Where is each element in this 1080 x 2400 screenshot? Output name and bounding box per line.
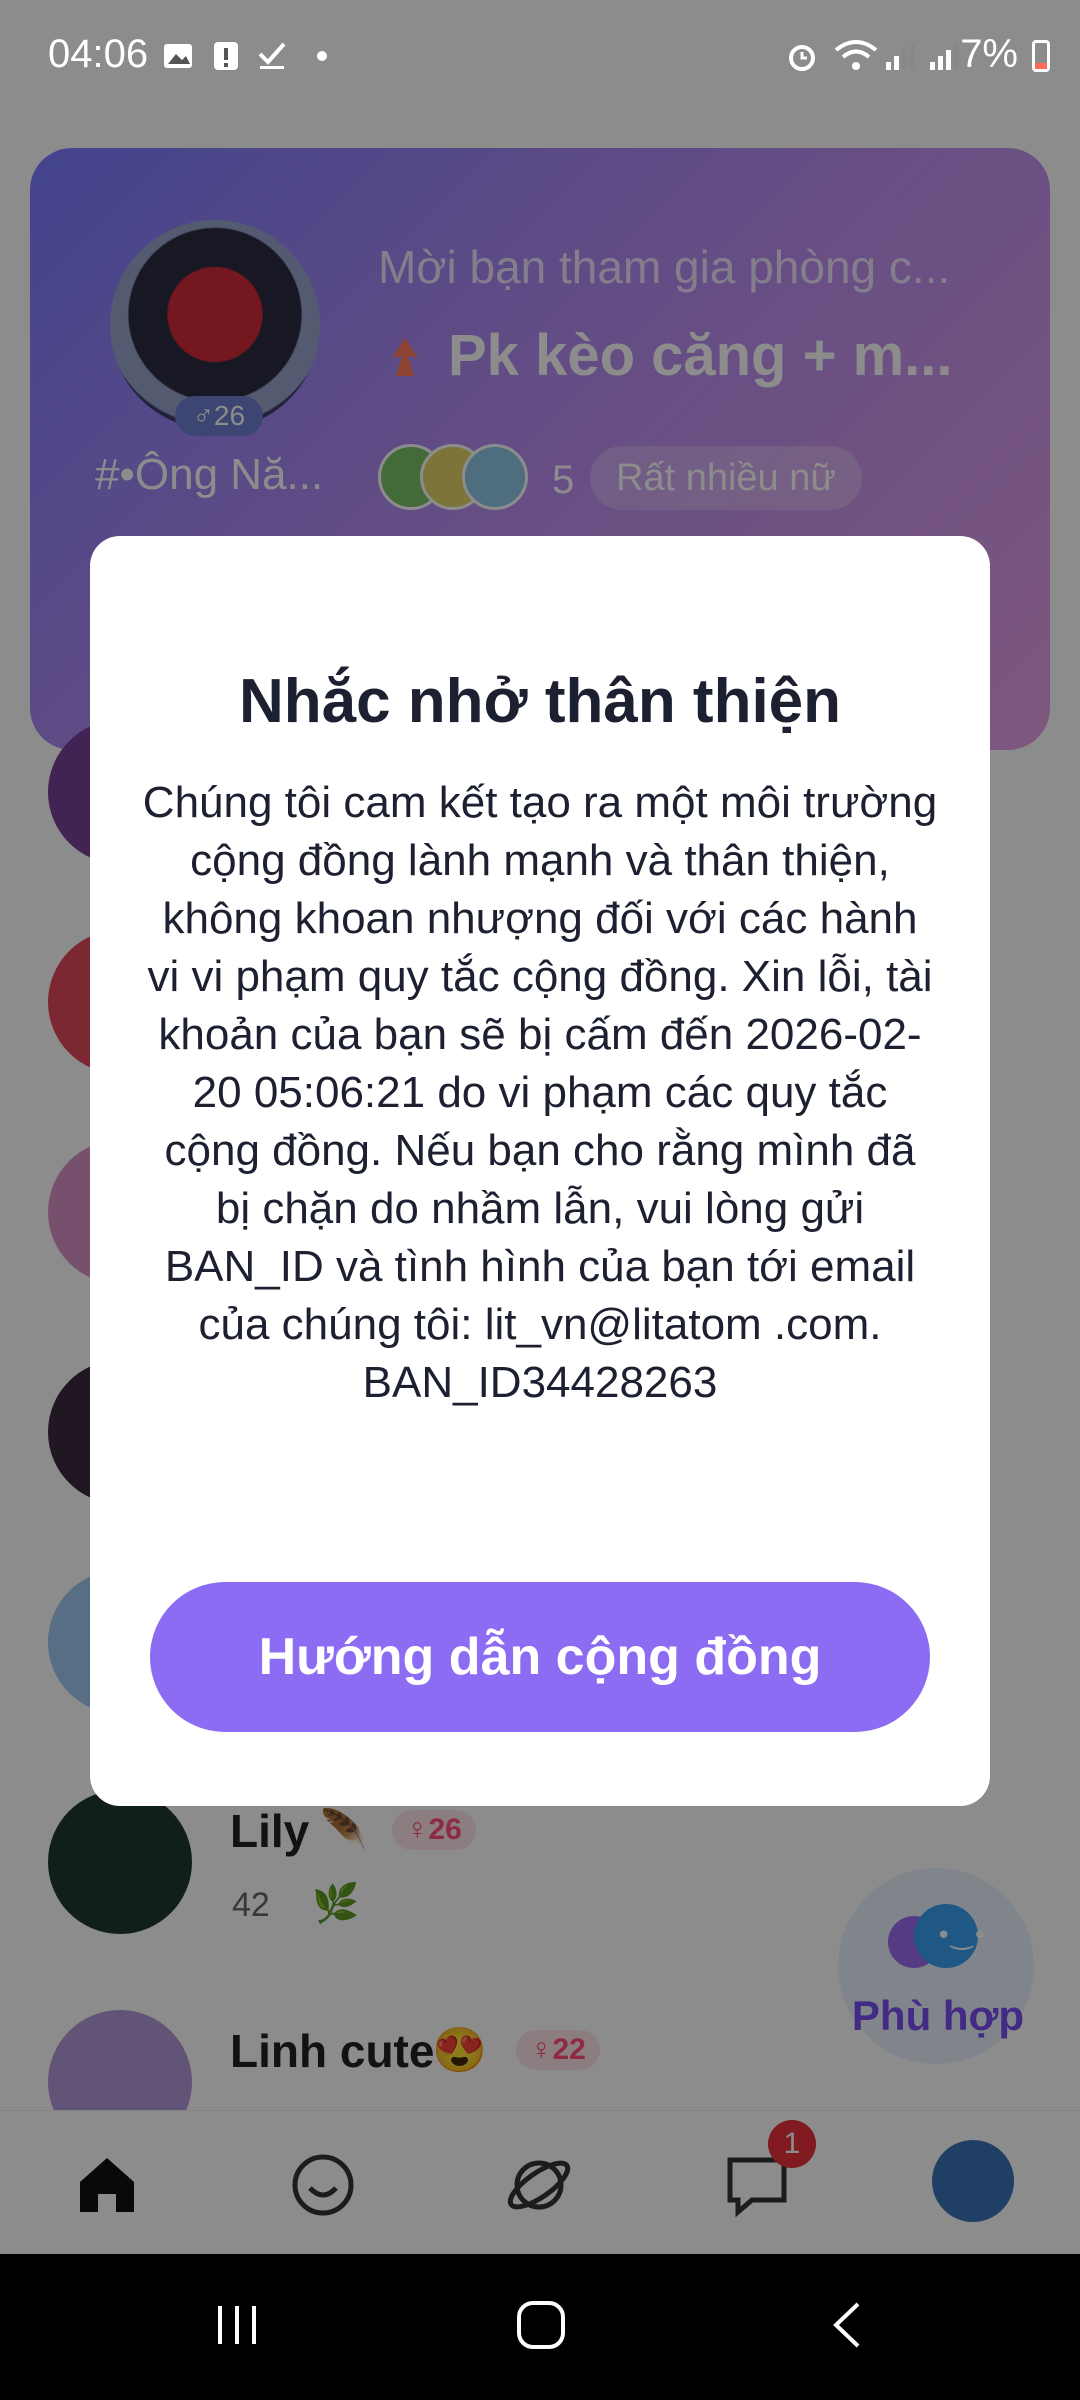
signal-icon (886, 44, 915, 70)
recent-apps-icon[interactable] (212, 2300, 262, 2350)
battery-icon (1032, 40, 1050, 72)
image-icon (164, 44, 192, 68)
dialog-title: Nhắc nhở thân thiện (238, 667, 842, 736)
reminder-dialog: Nhắc nhở thân thiện Chúng tôi cam kết tạ… (90, 536, 990, 1806)
status-time: 04:06 (48, 32, 149, 76)
status-bar: 04:06 7% (0, 0, 1080, 120)
system-navigation-bar (0, 2254, 1080, 2400)
signal-icon (930, 44, 959, 70)
alarm-icon (789, 45, 815, 71)
dot-icon (317, 51, 327, 61)
check-icon (258, 42, 286, 69)
wifi-icon (834, 40, 878, 70)
community-guidelines-button[interactable]: Hướng dẫn cộng đồng (150, 1582, 930, 1732)
alert-icon (214, 42, 238, 70)
back-icon[interactable] (822, 2298, 876, 2352)
home-button-icon[interactable] (514, 2298, 568, 2352)
dialog-message: Chúng tôi cam kết tạo ra một môi trường … (142, 778, 938, 1407)
battery-percentage: 7% (960, 32, 1018, 76)
